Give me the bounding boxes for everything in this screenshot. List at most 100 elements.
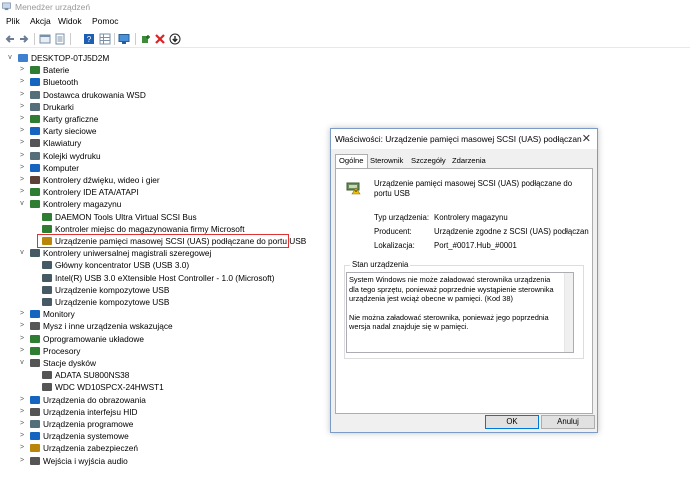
tree-category[interactable]: v Kontrolery uniwersalnej magistrali szer… (18, 247, 318, 259)
tree-category[interactable]: > Drukarki (18, 101, 318, 113)
tree-device[interactable]: Urządzenie kompozytowe USB (30, 296, 330, 308)
chevron-right-icon[interactable]: > (18, 430, 26, 442)
tab-ogolne[interactable]: Ogólne (335, 154, 368, 169)
tree-category[interactable]: > Urządzenia zabezpieczeń (18, 442, 318, 454)
tree-item-label: Urządzenia interfejsu HID (43, 406, 138, 417)
device-category-icon (30, 78, 40, 87)
tree-category[interactable]: > Wejścia i wyjścia audio (18, 455, 318, 467)
tree-device[interactable]: DAEMON Tools Ultra Virtual SCSI Bus (30, 211, 330, 223)
device-category-icon (30, 407, 40, 416)
chevron-right-icon[interactable]: > (18, 442, 26, 454)
tab-sterownik[interactable]: Sterownik (367, 155, 406, 168)
tree-category[interactable]: > Karty sieciowe (18, 125, 318, 137)
chevron-right-icon[interactable]: > (18, 150, 26, 162)
chevron-right-icon[interactable]: > (18, 101, 26, 113)
chevron-right-icon[interactable]: > (18, 418, 26, 430)
expand-chevron-icon[interactable]: v (6, 52, 14, 64)
menu-widok[interactable]: Widok (58, 16, 82, 26)
help-icon[interactable]: ? (83, 33, 95, 45)
tree-item-label: Urządzenie kompozytowe USB (55, 297, 170, 307)
device-category-icon (30, 66, 40, 75)
chevron-right-icon[interactable]: > (18, 113, 26, 125)
chevron-right-icon[interactable]: > (18, 394, 26, 406)
menu-plik[interactable]: Plik (6, 16, 20, 26)
tree-category[interactable]: > Kontrolery dźwięku, wideo i gier (18, 174, 318, 186)
cancel-button[interactable]: Anuluj (541, 415, 595, 429)
tree-category[interactable]: > Urządzenia interfejsu HID (18, 406, 318, 418)
tree-device[interactable]: Urządzenie kompozytowe USB (30, 284, 330, 296)
tree-category[interactable]: v Stacje dysków (18, 357, 318, 369)
status-scrollbar[interactable] (564, 273, 573, 352)
chevron-right-icon[interactable]: > (18, 455, 26, 467)
chevron-right-icon[interactable]: > (18, 89, 26, 101)
chevron-right-icon[interactable]: > (18, 320, 26, 332)
chevron-right-icon[interactable]: > (18, 125, 26, 137)
tree-category[interactable]: > Procesory (18, 345, 318, 357)
toolbar: ? (0, 30, 690, 48)
tree-item-label: Urządzenia systemowe (43, 431, 129, 442)
update-driver-icon[interactable] (140, 33, 152, 45)
tree-category[interactable]: > Kontrolery IDE ATA/ATAPI (18, 186, 318, 198)
grid-icon[interactable] (99, 33, 111, 45)
status-group-label: Stan urządzenia (350, 260, 411, 269)
tree-category[interactable]: v Kontrolery magazynu (18, 198, 318, 210)
tree-item-label: Kontrolery IDE ATA/ATAPI (43, 187, 139, 198)
toolbar-separator (114, 33, 115, 45)
tree-category[interactable]: > Urządzenia systemowe (18, 430, 318, 442)
device-status-textbox[interactable]: System Windows nie może załadować sterow… (346, 272, 574, 353)
tree-device[interactable]: Kontroler miejsc do magazynowania firmy … (30, 223, 330, 235)
tab-szczegoly[interactable]: Szczegóły (408, 155, 449, 168)
tree-category[interactable]: > Oprogramowanie układowe (18, 333, 318, 345)
prop-location-value: Port_#0017.Hub_#0001 (434, 241, 517, 250)
tree-root-label: DESKTOP-0TJ5D2M (31, 53, 110, 63)
tree-category[interactable]: > Urządzenia do obrazowania (18, 394, 318, 406)
tree-item-label: Komputer (43, 162, 79, 173)
chevron-right-icon[interactable]: > (18, 186, 26, 198)
tree-category[interactable]: > Kolejki wydruku (18, 150, 318, 162)
chevron-right-icon[interactable]: > (18, 345, 26, 357)
tree-root[interactable]: v DESKTOP-0TJ5D2M (6, 52, 206, 64)
tree-device[interactable]: ADATA SU800NS38 (30, 369, 330, 381)
tree-category[interactable]: > Monitory (18, 308, 318, 320)
tree-category[interactable]: > Klawiatury (18, 137, 318, 149)
device-name: Urządzenie pamięci masowej SCSI (UAS) po… (374, 179, 573, 198)
forward-arrow-icon[interactable] (18, 33, 30, 45)
chevron-right-icon[interactable]: > (18, 76, 26, 88)
tree-item-label: Karty graficzne (43, 114, 99, 124)
back-arrow-icon[interactable] (4, 33, 16, 45)
uninstall-icon[interactable] (154, 33, 166, 45)
menu-akcja[interactable]: Akcja (30, 16, 51, 26)
device-category-icon (30, 139, 40, 148)
toolbar-separator (34, 33, 35, 45)
tree-category[interactable]: > Urządzenia programowe (18, 418, 318, 430)
chevron-down-icon[interactable]: v (18, 357, 26, 369)
tree-category[interactable]: > Dostawca drukowania WSD (18, 89, 318, 101)
properties-icon[interactable] (54, 33, 66, 45)
chevron-right-icon[interactable]: > (18, 308, 26, 320)
tab-zdarzenia[interactable]: Zdarzenia (449, 155, 489, 168)
svg-text:?: ? (87, 35, 92, 44)
chevron-right-icon[interactable]: > (18, 64, 26, 76)
chevron-right-icon[interactable]: > (18, 333, 26, 345)
ok-button[interactable]: OK (485, 415, 539, 429)
close-icon[interactable]: ✕ (582, 132, 591, 145)
tree-category[interactable]: > Karty graficzne (18, 113, 318, 125)
chevron-down-icon[interactable]: v (18, 198, 26, 210)
tree-device[interactable]: Główny koncentrator USB (USB 3.0) (30, 259, 330, 271)
tree-category[interactable]: > Bluetooth (18, 76, 318, 88)
menu-pomoc[interactable]: Pomoc (92, 16, 118, 26)
monitor-icon[interactable] (118, 33, 130, 45)
download-icon[interactable] (169, 33, 181, 45)
tree-category[interactable]: > Mysz i inne urządzenia wskazujące (18, 320, 318, 332)
chevron-down-icon[interactable]: v (18, 247, 26, 259)
tree-category[interactable]: > Komputer (18, 162, 318, 174)
chevron-right-icon[interactable]: > (18, 406, 26, 418)
tree-device[interactable]: Intel(R) USB 3.0 eXtensible Host Control… (30, 272, 330, 284)
tree-device[interactable]: WDC WD10SPCX-24HWST1 (30, 381, 330, 393)
tree-category[interactable]: > Baterie (18, 64, 318, 76)
chevron-right-icon[interactable]: > (18, 137, 26, 149)
tree-item-label: Kontrolery magazynu (43, 199, 122, 210)
chevron-right-icon[interactable]: > (18, 174, 26, 186)
show-tree-icon[interactable] (39, 33, 51, 45)
chevron-right-icon[interactable]: > (18, 162, 26, 174)
